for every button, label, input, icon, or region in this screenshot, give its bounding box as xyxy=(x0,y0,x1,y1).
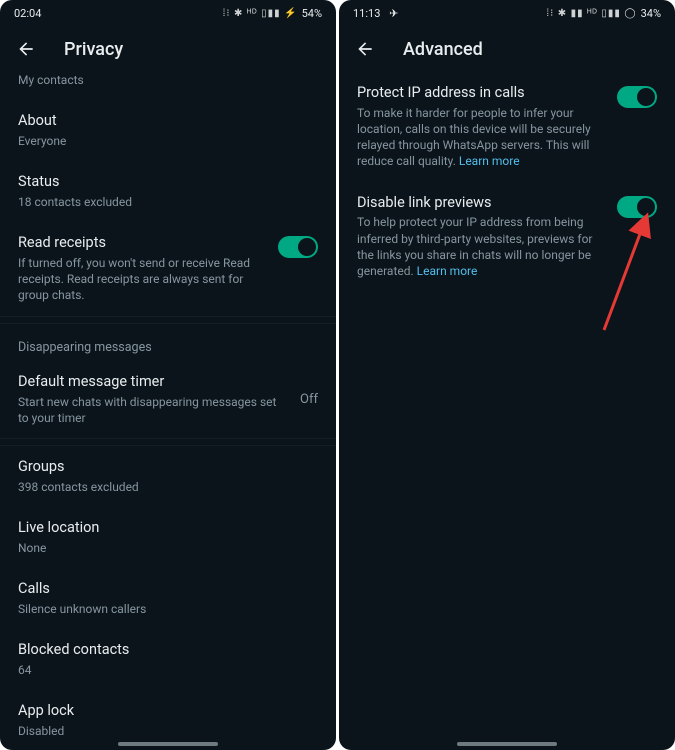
item-disable-link-previews[interactable]: Disable link previews To help protect yo… xyxy=(339,182,675,292)
item-about[interactable]: About Everyone xyxy=(0,100,336,161)
status-icons: ⁞⁝ ✱ ᴴᴰ ▯▮▮ ⚡ xyxy=(223,8,298,19)
page-title: Advanced xyxy=(403,39,483,60)
item-title: Live location xyxy=(18,519,318,538)
right-screenshot: 11:13 ✈ ⁞⁝ ✱ ▮▮ ᴴᴰ ▯▮▮ ◯ 34% Advanced Pr… xyxy=(339,0,675,750)
disable-link-toggle[interactable] xyxy=(617,196,657,218)
back-button[interactable] xyxy=(355,39,375,59)
item-sub: My contacts xyxy=(18,72,318,88)
nav-pill xyxy=(118,742,218,746)
appbar-right: Advanced xyxy=(339,26,675,72)
protect-ip-toggle[interactable] xyxy=(617,86,657,108)
page-title: Privacy xyxy=(64,39,123,60)
back-button[interactable] xyxy=(16,39,36,59)
settings-list-right[interactable]: Protect IP address in calls To make it h… xyxy=(339,72,675,750)
item-sub: To help protect your IP address from bei… xyxy=(357,214,605,279)
item-applock[interactable]: App lock Disabled xyxy=(0,690,336,750)
item-sub: 64 xyxy=(18,662,318,678)
item-sub: Everyone xyxy=(18,133,318,149)
item-sub: Silence unknown callers xyxy=(18,601,318,617)
item-default-timer[interactable]: Default message timer Start new chats wi… xyxy=(0,361,336,438)
item-title: Groups xyxy=(18,458,318,477)
divider xyxy=(0,316,336,324)
item-sub: None xyxy=(18,540,318,556)
item-status[interactable]: Status 18 contacts excluded xyxy=(0,161,336,222)
item-live-location[interactable]: Live location None xyxy=(0,507,336,568)
item-blocked[interactable]: Blocked contacts 64 xyxy=(0,629,336,690)
battery-text: 54% xyxy=(302,7,322,20)
item-sub: Disabled xyxy=(18,723,318,739)
item-sub: If turned off, you won't send or receive… xyxy=(18,255,266,304)
item-read-receipts[interactable]: Read receipts If turned off, you won't s… xyxy=(0,222,336,315)
back-arrow-icon xyxy=(16,39,36,59)
item-title: Status xyxy=(18,173,318,192)
battery-text: 34% xyxy=(641,7,661,20)
item-protect-ip[interactable]: Protect IP address in calls To make it h… xyxy=(339,72,675,182)
item-title: App lock xyxy=(18,702,318,721)
item-title: Read receipts xyxy=(18,234,266,253)
item-sub: 18 contacts excluded xyxy=(18,194,318,210)
item-title: Disable link previews xyxy=(357,194,605,213)
section-disappearing: Disappearing messages xyxy=(0,324,336,361)
clock: 02:04 xyxy=(14,7,41,20)
status-bar-right: 11:13 ✈ ⁞⁝ ✱ ▮▮ ᴴᴰ ▯▮▮ ◯ 34% xyxy=(339,0,675,26)
item-title: About xyxy=(18,112,318,131)
item-title: Blocked contacts xyxy=(18,641,318,660)
learn-more-link[interactable]: Learn more xyxy=(459,154,520,168)
read-receipts-toggle[interactable] xyxy=(278,236,318,258)
back-arrow-icon xyxy=(355,39,375,59)
item-groups[interactable]: Groups 398 contacts excluded xyxy=(0,446,336,507)
item-sub: 398 contacts excluded xyxy=(18,479,318,495)
status-bar-left: 02:04 ⁞⁝ ✱ ᴴᴰ ▯▮▮ ⚡ 54% xyxy=(0,0,336,26)
item-mycontacts-partial[interactable]: My contacts xyxy=(0,72,336,100)
item-calls[interactable]: Calls Silence unknown callers xyxy=(0,568,336,629)
status-icons: ⁞⁝ ✱ ▮▮ ᴴᴰ ▯▮▮ ◯ xyxy=(546,8,636,19)
appbar-left: Privacy xyxy=(0,26,336,72)
learn-more-link[interactable]: Learn more xyxy=(417,264,478,278)
item-title: Protect IP address in calls xyxy=(357,84,605,103)
telegram-icon: ✈ xyxy=(389,7,398,20)
timer-value: Off xyxy=(300,392,318,407)
nav-pill xyxy=(457,742,557,746)
left-screenshot: 02:04 ⁞⁝ ✱ ᴴᴰ ▯▮▮ ⚡ 54% Privacy My conta… xyxy=(0,0,336,750)
item-title: Default message timer xyxy=(18,373,288,392)
item-title: Calls xyxy=(18,580,318,599)
item-sub: Start new chats with disappearing messag… xyxy=(18,394,288,426)
item-sub: To make it harder for people to infer yo… xyxy=(357,105,605,170)
divider xyxy=(0,438,336,446)
settings-list-left[interactable]: My contacts About Everyone Status 18 con… xyxy=(0,72,336,750)
clock: 11:13 xyxy=(353,7,380,20)
